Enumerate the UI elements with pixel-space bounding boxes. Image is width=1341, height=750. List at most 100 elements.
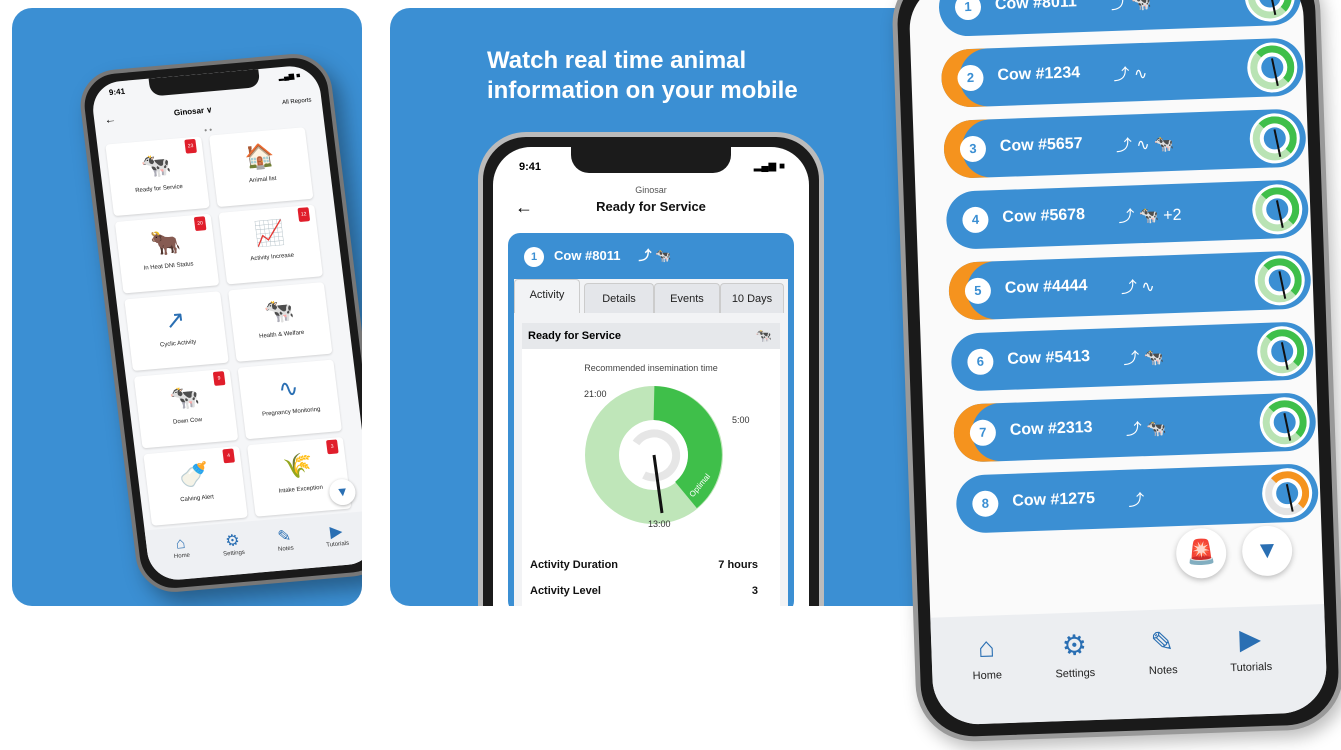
cow-name: Cow #2313 [1009,418,1093,439]
farm-selector[interactable]: Ginosar ∨ [173,105,212,117]
nav-item-tutorials[interactable]: ▶ Tutorials [315,520,358,549]
cow-card-header[interactable]: 1 Cow #8011 ⤴ 🐄 [524,245,671,267]
heat-cycle-gauge [1253,254,1306,307]
cow-row[interactable]: 6 Cow #5413 ⤴ 🐄 [950,321,1315,392]
cow-status-icons: ⤴ ∿ 🐄 [1115,135,1175,155]
insemination-gauge [585,386,723,524]
report-label: In Heat DNI Status [143,261,194,272]
nav-item-home[interactable]: ⌂ Home [951,631,1023,683]
report-tile[interactable]: 🐄 Down Cow 9 [133,368,239,449]
report-tile[interactable]: 🌾 Intake Exception 3 [246,436,352,517]
cow-row[interactable]: 1 Cow #8011 ⤴ 🐄 [938,0,1302,38]
nav-item-tutorials[interactable]: ▶ Tutorials [1215,621,1287,674]
nav-label: Notes [277,545,295,553]
tutorials-icon: ▶ [1238,623,1262,655]
report-icon: 📈 [252,219,286,249]
headline: Watch real time animal information on yo… [487,46,847,106]
nav-item-home[interactable]: ⌂ Home [160,534,203,561]
heat-cycle-gauge [1243,0,1296,23]
heat-cycle-gauge [1251,183,1304,236]
cow-row[interactable]: 8 Cow #1275 ⤴ [955,463,1320,534]
cow-name: Cow #4444 [1004,277,1088,297]
detail-screen: 9:41 ▂▄▆ ■ ← Ginosar Ready for Service 1… [493,147,809,606]
nav-label: Tutorials [326,540,350,549]
tab-activity[interactable]: Activity [514,279,580,313]
nav-label: Settings [222,549,246,558]
stat-value: 3 [751,585,758,597]
report-icon: 🐄 [139,151,173,181]
heat-cycle-gauge [1256,325,1309,378]
cow-number-badge: 5 [964,277,992,305]
cow-name: Cow #1234 [997,64,1081,85]
cow-number-badge: 1 [954,0,982,21]
time-label-500: 5:00 [732,415,750,425]
report-icon: 🐄 [168,383,202,413]
cow-number-badge: 6 [966,348,994,376]
cow-status-icons: ⤴ 🐄 [638,248,672,263]
report-icon: 🐄 [262,296,296,327]
report-tile[interactable]: 🐄 Ready for Service 23 [105,136,210,217]
report-tile[interactable]: ∿ Pregnancy Monitoring [237,359,342,440]
report-tile[interactable]: 🐄 Health & Welfare [227,282,333,362]
cow-card: 1 Cow #8011 ⤴ 🐄 Activity Details Events 10… [508,233,794,606]
time-label-2100: 21:00 [584,389,607,399]
stat-activity-duration: Activity Duration 7 hours [530,559,772,579]
nav-item-settings[interactable]: ⚙ Settings [211,529,254,558]
home-icon: ⌂ [977,631,996,664]
report-icon: 🌾 [281,451,315,482]
tab-10-days[interactable]: 10 Days [720,283,784,313]
stat-value: 7 hours [718,559,758,571]
status-icons: ▂▄▆ ■ [278,72,301,82]
cow-row[interactable]: 3 Cow #5657 ⤴ ∿ 🐄 [942,108,1307,179]
tutorials-icon: ▶ [329,523,344,542]
report-icon: 🍼 [177,460,211,491]
cow-status-icons: ⤴ 🐄 [1123,349,1165,368]
insemination-chart-area: Recommended insemination time 21:00 5:00… [522,349,780,606]
cow-row[interactable]: 5 Cow #4444 ⤴ ∿ [947,250,1312,321]
cow-row[interactable]: 2 Cow #1234 ⤴ ∿ [940,37,1305,108]
cow-name: Cow #5657 [999,135,1083,155]
phone-notch [571,147,731,173]
tab-bar: Activity Details Events 10 Days [514,279,788,313]
report-tile[interactable]: ↗ Cyclic Activity [124,291,229,371]
bottom-nav: ⌂ Home ⚙ Settings ✎ Notes ▶ Tutorials [930,603,1328,726]
report-label: Cyclic Activity [159,339,197,349]
cow-icon: 🐄 [755,328,772,343]
stat-activity-level: Activity Level 3 [530,585,772,605]
filter-icon[interactable]: ▼ [1241,525,1294,577]
recommended-label: Recommended insemination time [584,363,718,373]
detail-panel: Watch real time animal information on yo… [390,8,950,606]
report-icon: 🏠 [243,142,277,172]
report-label: Calving Alert [179,494,215,504]
nav-item-notes[interactable]: ✎ Notes [1127,624,1199,677]
report-tile[interactable]: 🐂 In Heat DNI Status 20 [114,213,220,294]
report-label: Ready for Service [134,184,184,195]
phone-cow-list: 1 Cow #8011 ⤴ 🐄 2 Cow #1234 ⤴ ∿ 3 Cow #5657 ⤴ ∿ … [890,0,1341,744]
tab-details[interactable]: Details [584,283,654,313]
count-badge: 3 [325,439,339,455]
headline-line-1: Watch real time animal [487,47,747,74]
all-reports-link[interactable]: All Reports [282,98,312,107]
count-badge: 23 [184,138,197,154]
cow-number-badge: 7 [969,419,997,447]
nav-item-notes[interactable]: ✎ Notes [263,525,306,554]
page-title: Ready for Service [596,199,706,214]
report-label: Down Cow [172,417,203,426]
report-tile[interactable]: 🍼 Calving Alert 4 [143,445,248,526]
back-arrow-icon[interactable]: ← [103,112,117,127]
stat-label: Activity Duration [530,559,619,571]
phone-notch [148,69,261,97]
cow-row[interactable]: 4 Cow #5678 ⤴ 🐄 +2 [945,179,1310,250]
cow-card-body: Activity Details Events 10 Days Ready fo… [514,279,788,606]
status-icons: ▂▄▆ ■ [753,161,785,172]
stat-label: Activity Level [530,585,601,597]
report-tile[interactable]: 📈 Activity Increase 12 [218,204,323,285]
cow-row[interactable]: 7 Cow #2313 ⤴ 🐄 [952,392,1317,463]
report-tile[interactable]: 🏠 Animal list [208,127,314,208]
tab-events[interactable]: Events [654,283,720,313]
cow-number-badge: 3 [959,135,987,163]
settings-icon: ⚙ [224,532,241,551]
alarm-icon[interactable]: 🚨 [1175,527,1228,580]
nav-item-settings[interactable]: ⚙ Settings [1039,627,1111,680]
heat-cycle-gauge [1246,41,1299,94]
